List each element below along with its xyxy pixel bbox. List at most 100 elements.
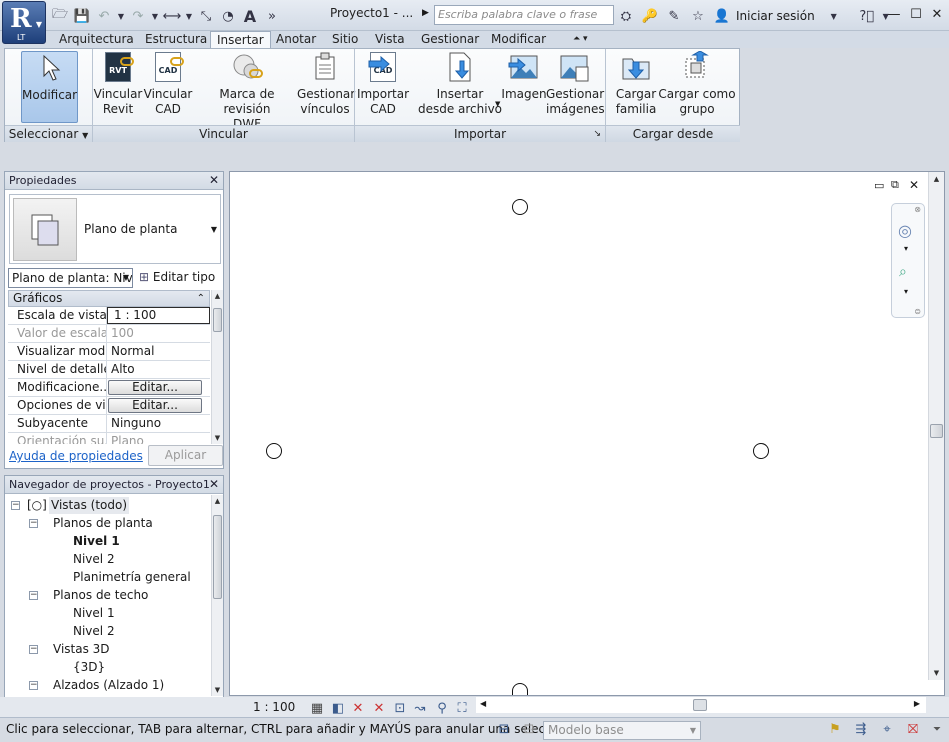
collapse-icon[interactable]: − bbox=[29, 681, 38, 690]
crop-view-icon[interactable]: ⊡ bbox=[391, 700, 409, 718]
edit-button[interactable]: Editar... bbox=[108, 380, 202, 395]
elevation-marker[interactable] bbox=[753, 443, 769, 459]
chevron-down-icon[interactable]: ▾ bbox=[904, 287, 908, 296]
visual-style-icon[interactable]: ◧ bbox=[329, 700, 347, 718]
folder-open-icon[interactable]: 🗁 bbox=[50, 6, 70, 26]
scroll-up-icon[interactable]: ▲ bbox=[212, 292, 223, 300]
select-links-icon[interactable]: ⚑ bbox=[826, 721, 844, 739]
scroll-down-icon[interactable]: ▼ bbox=[212, 686, 223, 694]
binoculars-icon[interactable]: ⛭ bbox=[616, 6, 636, 26]
view-restore-button[interactable]: ⧉ bbox=[891, 178, 899, 192]
select-by-face-icon[interactable]: ⛝ bbox=[904, 721, 922, 739]
apply-button[interactable]: Aplicar bbox=[148, 445, 223, 466]
chevron-down-icon[interactable]: ▼ bbox=[829, 6, 839, 26]
instance-filter-combo[interactable]: Plano de planta: Niv ▼ bbox=[8, 268, 133, 288]
scroll-down-icon[interactable]: ▼ bbox=[212, 434, 223, 442]
tab-arquitectura[interactable]: Arquitectura bbox=[53, 31, 140, 48]
import-cad-button[interactable]: CAD Importar CAD bbox=[356, 51, 410, 117]
user-icon[interactable]: 👤 bbox=[712, 6, 732, 26]
tree-node-level-1[interactable]: Nivel 1 bbox=[73, 533, 120, 551]
collapse-icon[interactable]: − bbox=[29, 645, 38, 654]
elevation-marker[interactable] bbox=[512, 683, 528, 695]
scroll-down-icon[interactable]: ▼ bbox=[929, 669, 944, 677]
chevron-down-icon[interactable]: ▼ bbox=[495, 100, 500, 108]
view-scale[interactable]: 1 : 100 bbox=[253, 700, 295, 714]
angle-icon[interactable]: ◔ bbox=[218, 6, 238, 26]
properties-scrollbar[interactable]: ▲ ▼ bbox=[211, 290, 223, 444]
elevation-marker[interactable] bbox=[512, 199, 528, 215]
align-dimension-icon[interactable]: ⟷ bbox=[162, 6, 182, 26]
chevron-down-icon[interactable]: ▼ bbox=[116, 6, 126, 26]
sun-path-icon[interactable]: ✕ bbox=[349, 700, 367, 718]
overflow-icon[interactable]: » bbox=[262, 6, 282, 26]
worksharing-icon[interactable]: ⊟ bbox=[495, 721, 513, 739]
redo-icon[interactable]: ↷ bbox=[128, 6, 148, 26]
type-selector[interactable]: Plano de planta ▼ bbox=[9, 194, 221, 264]
property-row[interactable]: Escala de vista 1 : 100 bbox=[8, 307, 210, 325]
manage-links-button[interactable]: Gestionar vínculos bbox=[297, 51, 355, 117]
help-icon[interactable]: ?⃝ bbox=[857, 6, 877, 26]
properties-help-link[interactable]: Ayuda de propiedades bbox=[9, 449, 143, 463]
scroll-right-icon[interactable]: ▶ bbox=[914, 699, 920, 708]
property-value[interactable]: Alto bbox=[107, 361, 210, 378]
search-input[interactable]: Escriba palabra clave o frase bbox=[434, 5, 614, 25]
tab-insertar[interactable]: Insertar bbox=[210, 31, 271, 49]
insert-from-file-button[interactable]: Insertar desde archivo bbox=[415, 51, 505, 117]
canvas-hscroll[interactable]: ◀ ▶ bbox=[476, 697, 926, 713]
close-icon[interactable]: ⊗ bbox=[914, 205, 921, 214]
dwf-markup-button[interactable]: Marca de revisión DWF bbox=[197, 51, 297, 132]
view-scale-input[interactable]: 1 : 100 bbox=[107, 307, 210, 324]
edit-button[interactable]: Editar... bbox=[108, 398, 202, 413]
group-header[interactable]: Gráficos ⌃ bbox=[8, 290, 210, 307]
detail-level-icon[interactable]: ▦ bbox=[308, 700, 326, 718]
text-icon[interactable]: A bbox=[240, 6, 260, 26]
collapse-icon[interactable]: − bbox=[29, 591, 38, 600]
maximize-button[interactable]: ☐ bbox=[905, 4, 927, 24]
scroll-left-icon[interactable]: ◀ bbox=[480, 699, 486, 708]
reveal-hidden-icon[interactable]: ⛶ bbox=[453, 700, 471, 718]
chevron-down-icon[interactable]: ▼ bbox=[184, 6, 194, 26]
tree-node-3d[interactable]: {3D} bbox=[73, 659, 105, 677]
tree-node-site-plan[interactable]: Planimetría general bbox=[73, 569, 191, 587]
drawing-area[interactable]: ▭ ⧉ ✕ ⊗ ◎ ▾ ⌕ ▾ ⊜ ▲ ▼ bbox=[229, 171, 945, 696]
modify-button[interactable]: Modificar bbox=[21, 51, 78, 123]
active-design-option[interactable]: Modelo base ▼ bbox=[543, 721, 701, 740]
tree-node-ceiling-level-1[interactable]: Nivel 1 bbox=[73, 605, 115, 623]
options-icon[interactable]: ⊜ bbox=[914, 307, 921, 316]
measure-icon[interactable]: ⤡ bbox=[196, 6, 216, 26]
scroll-up-icon[interactable]: ▲ bbox=[929, 175, 944, 183]
temporary-hide-icon[interactable]: ⚲ bbox=[433, 700, 451, 718]
tab-estructura[interactable]: Estructura bbox=[139, 31, 213, 48]
save-icon[interactable]: 💾 bbox=[72, 6, 92, 26]
project-browser-vscroll[interactable]: ▲ ▼ bbox=[211, 495, 223, 696]
star-icon[interactable]: ☆ bbox=[688, 6, 708, 26]
communication-icon[interactable]: ✎ bbox=[664, 6, 684, 26]
tree-node-level-2[interactable]: Nivel 2 bbox=[73, 551, 115, 569]
close-icon[interactable]: ✕ bbox=[209, 172, 219, 189]
tree-node-ceiling-level-2[interactable]: Nivel 2 bbox=[73, 623, 115, 641]
close-button[interactable]: ✕ bbox=[926, 4, 948, 24]
tab-anotar[interactable]: Anotar bbox=[270, 31, 322, 48]
panel-select[interactable]: Seleccionar ▼ bbox=[5, 125, 92, 142]
manage-images-button[interactable]: Gestionar imágenes bbox=[546, 51, 605, 117]
chevron-down-icon[interactable]: ▼ bbox=[150, 6, 160, 26]
subscription-icon[interactable]: 🔑 bbox=[640, 6, 660, 26]
tab-gestionar[interactable]: Gestionar bbox=[415, 31, 485, 48]
collapse-icon[interactable]: − bbox=[11, 501, 20, 510]
chevron-down-icon[interactable]: ▾ bbox=[904, 244, 908, 253]
edit-type-button[interactable]: ⊞ Editar tipo bbox=[139, 268, 215, 286]
property-row[interactable]: Subyacente Ninguno bbox=[8, 415, 210, 433]
zoom-icon[interactable]: ⌕ bbox=[899, 264, 907, 280]
property-row[interactable]: Visualizar mod... Normal bbox=[8, 343, 210, 361]
tab-sitio[interactable]: Sitio bbox=[326, 31, 364, 48]
link-cad-button[interactable]: CAD Vincular CAD bbox=[143, 51, 193, 117]
sign-in-link[interactable]: Iniciar sesión bbox=[736, 9, 815, 23]
property-value[interactable]: Normal bbox=[107, 343, 210, 360]
design-options-icon[interactable]: ⊡ bbox=[520, 721, 538, 739]
view-minimize-button[interactable]: ▭ bbox=[874, 179, 884, 192]
minimize-button[interactable]: — bbox=[883, 4, 905, 24]
load-family-button[interactable]: Cargar familia bbox=[609, 51, 663, 117]
ribbon-minimize-icon[interactable]: ⏶ ▾ bbox=[567, 31, 594, 48]
show-crop-icon[interactable]: ↝ bbox=[411, 700, 429, 718]
select-underlay-icon[interactable]: ⇶ bbox=[852, 721, 870, 739]
